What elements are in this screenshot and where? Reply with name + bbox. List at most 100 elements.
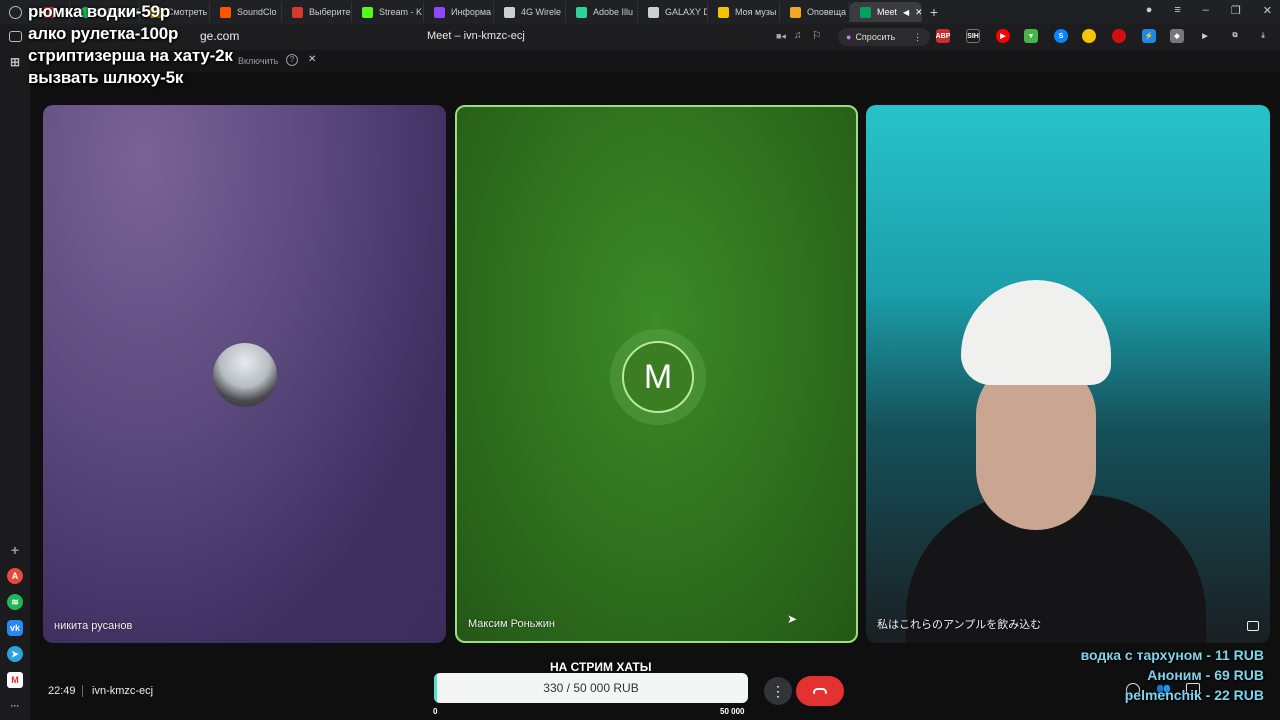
donation-item: Аноним - 69 RUB: [1147, 667, 1264, 683]
close-info-icon[interactable]: ✕: [308, 54, 316, 65]
add-panel-icon[interactable]: +: [7, 542, 23, 558]
screenshot-icon[interactable]: [8, 31, 22, 42]
speaker-icon: ◀: [903, 7, 910, 17]
collections-icon[interactable]: ⧉: [1228, 29, 1242, 43]
divider: [82, 685, 83, 697]
soundcloud-icon: [220, 6, 231, 18]
overlay-line-3: стриптизерша на хату-2к: [28, 46, 233, 65]
video-person-face: [976, 360, 1096, 530]
more-vertical-icon: ⋮: [771, 682, 785, 699]
donation-item: pelmenchik - 22 RUB: [1124, 687, 1264, 703]
shazam-icon[interactable]: S: [1054, 29, 1068, 43]
tab-info[interactable]: Информа: [424, 2, 494, 22]
bookmark-icon[interactable]: ⚐: [812, 29, 822, 42]
tab-alerts[interactable]: Оповеща: [780, 2, 850, 22]
history-icon[interactable]: [8, 6, 22, 19]
translate-icon[interactable]: A: [7, 568, 23, 584]
meeting-time: 22:49: [48, 685, 76, 697]
vk-icon[interactable]: vk: [7, 620, 23, 636]
participant-name: никита русанов: [54, 620, 133, 632]
download-manager-icon[interactable]: ⤓: [1256, 29, 1270, 43]
help-icon[interactable]: ?: [286, 54, 298, 66]
restore-icon[interactable]: ❐: [1231, 4, 1241, 17]
video-person-cap: [961, 280, 1111, 385]
alice-icon: ●: [846, 32, 852, 42]
profile-icon[interactable]: ●: [1146, 4, 1153, 17]
meet-icon: [860, 6, 871, 18]
participant-tile[interactable]: никита русанов: [43, 105, 446, 643]
apps-grid-icon[interactable]: ⊞: [7, 54, 23, 70]
donation-goal-title: НА СТРИМ ХАТЫ: [550, 660, 652, 674]
tab-my-music[interactable]: Моя музы: [708, 2, 780, 22]
twitch-icon: [434, 6, 445, 18]
tab-choose[interactable]: Выберите: [282, 2, 352, 22]
page-title: Meet – ivn-kmzc-ecj: [427, 30, 525, 42]
participant-tile-video[interactable]: 私はこれらのアンプルを飲み込む: [866, 105, 1270, 643]
minimize-icon[interactable]: –: [1203, 4, 1209, 17]
avatar-initial: M: [622, 341, 694, 413]
camera-icon[interactable]: ■◂: [776, 31, 786, 42]
more-icon[interactable]: ···: [7, 698, 23, 714]
youtube-ext-icon[interactable]: ▶: [996, 29, 1010, 43]
ask-menu-icon[interactable]: ⋮: [913, 32, 922, 43]
meeting-code: ivn-kmzc-ecj: [92, 685, 154, 697]
donationalerts-icon: [790, 6, 801, 18]
mic-icon[interactable]: ♫: [794, 30, 802, 41]
close-tab-icon[interactable]: ✕: [915, 7, 921, 18]
telegram-icon[interactable]: ➤: [7, 646, 23, 662]
leave-call-button[interactable]: [796, 676, 844, 706]
tab-label: Моя музы: [735, 7, 777, 17]
sih-icon[interactable]: SIH: [966, 29, 980, 43]
document-icon: [648, 6, 659, 18]
k-icon: [292, 6, 303, 18]
download-icon[interactable]: ▼: [1024, 29, 1038, 43]
menu-icon[interactable]: ≡: [1174, 4, 1180, 17]
tab-label: Оповеща: [807, 7, 846, 17]
expand-icon[interactable]: [1247, 621, 1259, 631]
record-icon[interactable]: [1112, 29, 1126, 43]
overlay-line-2: алко рулетка-100р: [28, 24, 179, 43]
donation-goal-max: 50 000: [720, 707, 745, 716]
ask-button[interactable]: ● Спросить ⋮: [838, 28, 931, 46]
lightning-icon[interactable]: ⚡: [1142, 29, 1156, 43]
browser-tab-bar: Yout KUDOKUS Смотреть SoundClo Выберите …: [0, 0, 1280, 24]
kick-icon: [362, 6, 373, 18]
tab-label: Смотреть: [167, 7, 208, 17]
tab-soundcloud[interactable]: SoundClo: [210, 2, 282, 22]
tab-meet[interactable]: Meet ◀ ✕: [850, 2, 922, 22]
tab-galaxy[interactable]: GALAXY D: [638, 2, 708, 22]
tab-adobe-illustrator[interactable]: Adobe Illu: [566, 2, 638, 22]
close-window-icon[interactable]: ✕: [1263, 4, 1272, 17]
overlay-line-1: рюмка водки-59р: [28, 2, 171, 21]
participant-name: Максим Роньжин: [468, 618, 555, 630]
ask-label: Спросить: [855, 32, 896, 42]
donation-goal-min: 0: [433, 707, 438, 716]
tab-label: 4G Wirele: [521, 7, 562, 17]
tab-label: Информа: [451, 7, 492, 17]
tab-label: GALAXY D: [665, 7, 708, 17]
donation-item: водка с тархуном - 11 RUB: [1080, 647, 1264, 663]
tab-4g-wireless[interactable]: 4G Wirele: [494, 2, 566, 22]
donation-goal-text: 330 / 50 000 RUB: [543, 681, 639, 695]
music-icon: [718, 6, 729, 18]
donation-goal-bar: 330 / 50 000 RUB: [434, 673, 748, 703]
mouse-cursor-icon: ➤: [787, 612, 798, 626]
more-options-button[interactable]: ⋮: [764, 677, 792, 705]
tab-label: Meet: [877, 7, 898, 17]
tab-label: Adobe Illu: [593, 7, 634, 17]
tab-kick-stream[interactable]: Stream - K: [352, 2, 424, 22]
cube-icon[interactable]: ◆: [1170, 29, 1184, 43]
spotify-icon[interactable]: ≋: [7, 594, 23, 610]
info-bar-action[interactable]: Включить: [238, 56, 278, 66]
feather-icon: [576, 6, 587, 18]
media-icon[interactable]: ▶: [1198, 29, 1212, 43]
gmail-icon[interactable]: M: [7, 672, 23, 688]
page-icon: [504, 6, 515, 18]
tab-label: Stream - K: [379, 7, 423, 17]
window-controls: ● ≡ – ❐ ✕: [1146, 4, 1272, 17]
new-tab-button[interactable]: +: [922, 4, 946, 20]
extension-yellow-icon[interactable]: ◌: [1082, 29, 1096, 43]
participant-tile-speaking[interactable]: M Максим Роньжин ➤: [455, 105, 858, 643]
adblock-icon[interactable]: ABP: [936, 29, 950, 43]
overlay-line-4: вызвать шлюху-5к: [28, 68, 184, 87]
